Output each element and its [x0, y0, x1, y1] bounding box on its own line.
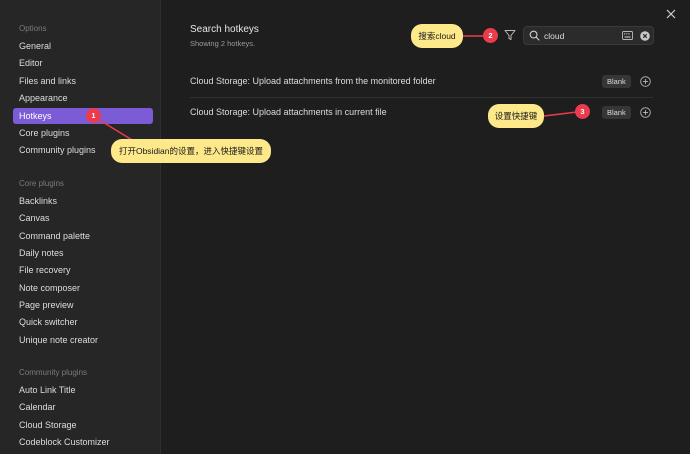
sidebar-item-page-preview[interactable]: Page preview: [13, 297, 153, 313]
clear-search-icon[interactable]: [640, 31, 650, 41]
section-title-community-plugins: Community plugins: [19, 368, 88, 377]
annotation-marker-3: 3: [575, 104, 590, 119]
hotkeys-panel: Search hotkeys Showing 2 hotkeys. cloud …: [161, 0, 690, 454]
hotkey-command-label: Cloud Storage: Upload attachments from t…: [190, 76, 436, 86]
hotkey-count: Showing 2 hotkeys.: [190, 39, 256, 48]
sidebar-item-command-palette[interactable]: Command palette: [13, 228, 153, 244]
search-icon: [529, 30, 540, 41]
sidebar-item-cloud-storage[interactable]: Cloud Storage: [13, 417, 153, 433]
keyboard-icon[interactable]: [622, 31, 633, 40]
page-title: Search hotkeys: [190, 24, 259, 35]
hotkey-search-input[interactable]: [544, 29, 614, 43]
sidebar-item-hotkeys[interactable]: Hotkeys: [13, 108, 153, 124]
sidebar-item-files-and-links[interactable]: Files and links: [13, 73, 153, 89]
annotation-callout-3: 设置快捷键: [488, 104, 544, 128]
hotkey-badge: Blank: [602, 106, 631, 119]
hotkey-row: Cloud Storage: Upload attachments from t…: [190, 67, 653, 97]
hotkey-badge: Blank: [602, 75, 631, 88]
hotkey-search-box: [523, 26, 654, 45]
annotation-marker-1: 1: [86, 108, 101, 123]
sidebar-item-note-composer[interactable]: Note composer: [13, 280, 153, 296]
close-icon[interactable]: [666, 9, 676, 19]
filter-icon[interactable]: [504, 29, 516, 41]
sidebar-item-backlinks[interactable]: Backlinks: [13, 193, 153, 209]
sidebar-item-editor[interactable]: Editor: [13, 55, 153, 71]
settings-sidebar: Options General Editor Files and links A…: [0, 0, 161, 454]
add-hotkey-icon[interactable]: [640, 107, 651, 118]
annotation-callout-1: 打开Obsidian的设置，进入快捷键设置: [111, 139, 271, 163]
sidebar-item-unique-note-creator[interactable]: Unique note creator: [13, 332, 153, 348]
sidebar-item-general[interactable]: General: [13, 38, 153, 54]
sidebar-item-appearance[interactable]: Appearance: [13, 90, 153, 106]
section-title-options: Options: [19, 24, 47, 33]
sidebar-item-auto-link-title[interactable]: Auto Link Title: [13, 382, 153, 398]
sidebar-item-quick-switcher[interactable]: Quick switcher: [13, 314, 153, 330]
hotkey-command-label: Cloud Storage: Upload attachments in cur…: [190, 107, 387, 117]
sidebar-item-daily-notes[interactable]: Daily notes: [13, 245, 153, 261]
sidebar-item-codeblock-customizer[interactable]: Codeblock Customizer: [13, 434, 153, 450]
sidebar-item-file-recovery[interactable]: File recovery: [13, 262, 153, 278]
annotation-callout-2: 搜索cloud: [411, 24, 463, 48]
add-hotkey-icon[interactable]: [640, 76, 651, 87]
annotation-marker-2: 2: [483, 28, 498, 43]
settings-window: Options General Editor Files and links A…: [0, 0, 690, 454]
section-title-core-plugins: Core plugins: [19, 179, 64, 188]
sidebar-item-canvas[interactable]: Canvas: [13, 210, 153, 226]
sidebar-item-calendar[interactable]: Calendar: [13, 399, 153, 415]
